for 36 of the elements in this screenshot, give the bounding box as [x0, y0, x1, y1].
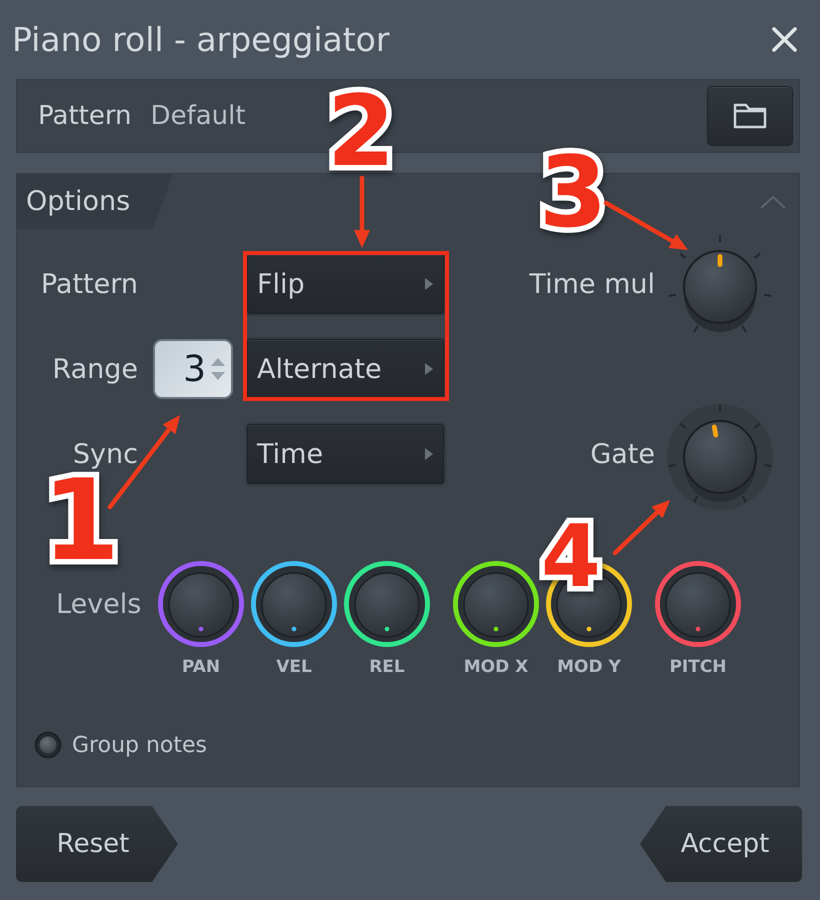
knob-label: REL — [369, 658, 405, 676]
callout-number: 3 — [539, 144, 608, 242]
dialog-button[interactable]: Reset — [16, 806, 178, 882]
number-spinner[interactable]: 3 — [153, 339, 233, 399]
preset-name: Default — [150, 101, 246, 131]
knob-label: PAN — [182, 658, 220, 676]
dropdown[interactable]: Flip — [247, 254, 444, 314]
folder-icon — [733, 103, 767, 129]
knob-label: MOD X — [464, 658, 528, 676]
level-knob[interactable] — [452, 560, 540, 648]
window-title: Piano roll - arpeggiator — [12, 20, 390, 59]
knob-label: Gate — [590, 438, 655, 470]
caret-right-icon — [425, 278, 433, 290]
field-label: Sync — [72, 438, 138, 470]
radio-button[interactable] — [34, 731, 62, 759]
knob-label: PITCH — [669, 658, 727, 676]
folder-button[interactable] — [707, 86, 793, 146]
section-header: Options — [17, 174, 173, 229]
dropdown[interactable]: Time — [247, 424, 444, 484]
knob-label: Time mul — [529, 268, 655, 300]
field-label: Range — [52, 354, 138, 384]
callout-arrow — [612, 500, 670, 556]
caret-right-icon — [425, 363, 433, 375]
level-knob[interactable] — [343, 560, 431, 648]
field-label: Pattern — [38, 101, 132, 131]
caret-right-icon — [425, 448, 433, 460]
dropdown[interactable]: Alternate — [247, 339, 444, 399]
option-label: Group notes — [72, 732, 207, 758]
close-icon[interactable] — [772, 27, 797, 52]
callout-number: 2 — [327, 83, 396, 181]
knob-label: MOD Y — [557, 658, 621, 676]
level-knob[interactable] — [250, 560, 338, 648]
dialog-button[interactable]: Accept — [640, 806, 802, 882]
section-label: Levels — [56, 588, 142, 620]
knob-label: VEL — [276, 658, 312, 676]
field-label: Pattern — [40, 268, 138, 300]
